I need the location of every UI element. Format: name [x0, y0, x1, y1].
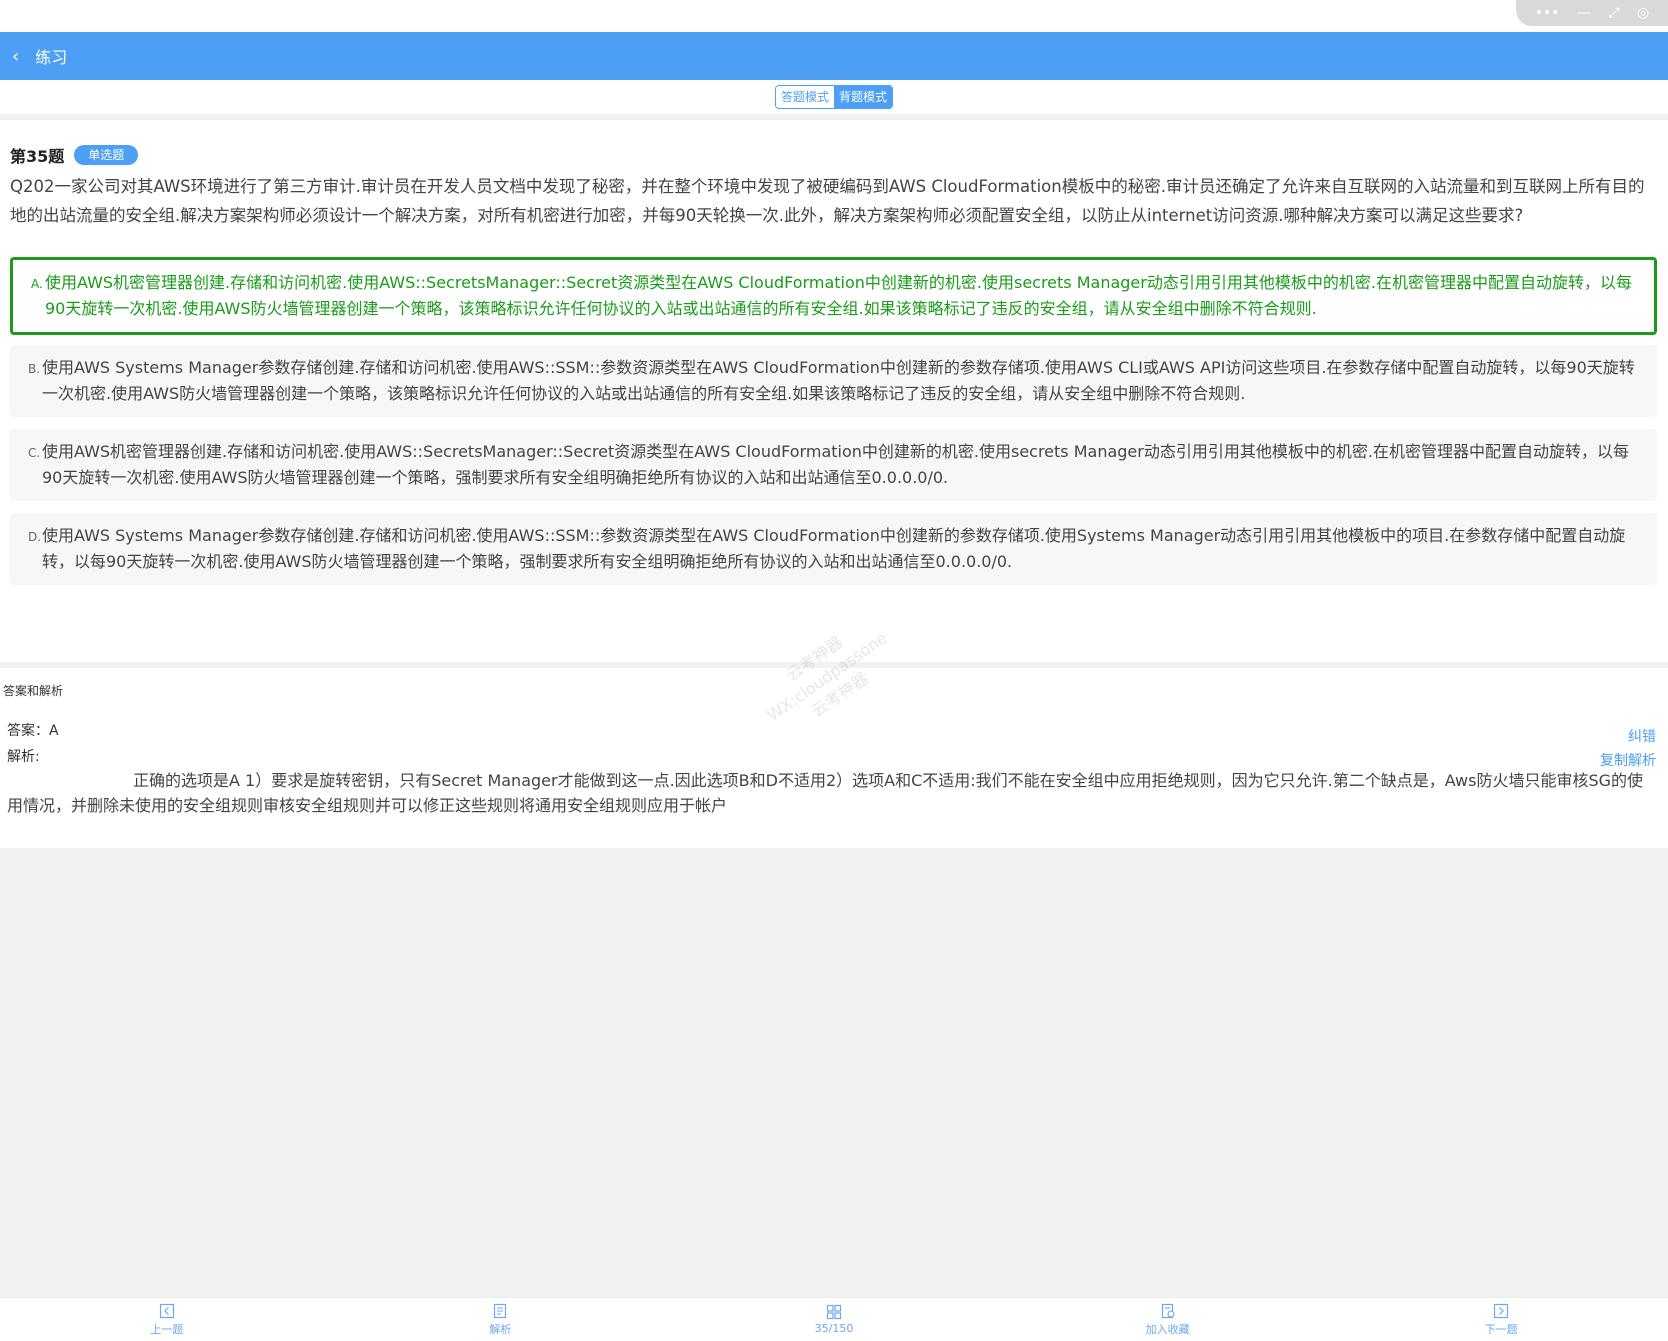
option-text: 使用AWS Systems Manager参数存储创建.存储和访问机密.使用AW…	[42, 526, 1626, 571]
tab-label: 上一题	[150, 1322, 184, 1336]
window-controls: ••• — ⤢ ◎	[1516, 0, 1668, 26]
question-header: 第35题 单选题	[10, 142, 1658, 168]
minimize-icon[interactable]: —	[1577, 6, 1591, 20]
analysis-button[interactable]: 解析	[334, 1298, 668, 1341]
page: ••• — ⤢ ◎ ‹ 练习 答题模式 背题模式 第35题 单选题 Q202一家…	[0, 0, 1668, 1341]
recite-mode-button[interactable]: 背题模式	[834, 86, 893, 108]
grid-icon	[826, 1304, 842, 1320]
question-type-badge: 单选题	[74, 145, 139, 165]
prev-question-button[interactable]: 上一题	[0, 1298, 334, 1341]
option-text: 使用AWS机密管理器创建.存储和访问机密.使用AWS::SecretsManag…	[45, 273, 1632, 318]
next-icon	[1494, 1303, 1509, 1318]
option-text: 使用AWS机密管理器创建.存储和访问机密.使用AWS::SecretsManag…	[42, 442, 1629, 487]
back-icon[interactable]: ‹	[12, 46, 19, 67]
prev-icon	[159, 1303, 174, 1318]
favorite-icon	[1161, 1303, 1175, 1318]
more-icon[interactable]: •••	[1535, 6, 1560, 20]
option-letter: C.	[28, 446, 41, 460]
next-question-button[interactable]: 下一题	[1334, 1298, 1668, 1341]
question-progress-button[interactable]: 35/150	[667, 1298, 1001, 1341]
answer-label: 答案：A	[7, 723, 59, 739]
option-a[interactable]: A. 使用AWS机密管理器创建.存储和访问机密.使用AWS::SecretsMa…	[10, 257, 1657, 335]
question-text: Q202一家公司对其AWS环境进行了第三方审计.审计员在开发人员文档中发现了秘密…	[10, 177, 1645, 225]
mode-bar: 答题模式 背题模式	[0, 80, 1668, 114]
tab-label: 下一题	[1484, 1322, 1518, 1336]
tab-label: 35/150	[814, 1322, 854, 1335]
page-title: 练习	[35, 48, 68, 67]
answer-mode-button[interactable]: 答题模式	[775, 86, 834, 108]
add-favorite-button[interactable]: 加入收藏	[1001, 1298, 1335, 1341]
tab-label: 加入收藏	[1145, 1322, 1190, 1336]
bottom-tab-bar: 上一题 解析 35/150 加入收藏 下一题	[0, 1297, 1668, 1341]
analysis-label: 解析:	[7, 749, 40, 765]
analysis-text: 正确的选项是A 1）要求是旋转密钥，只有Secret Manager才能做到这一…	[7, 771, 1644, 815]
option-letter: D.	[28, 530, 42, 544]
question-number: 第35题	[10, 147, 65, 166]
window-top-bar	[0, 0, 1668, 32]
option-b[interactable]: B. 使用AWS Systems Manager参数存储创建.存储和访问机密.使…	[10, 345, 1657, 417]
answer-section-title: 答案和解析	[3, 684, 64, 698]
copy-analysis-link[interactable]: 复制解析	[1600, 750, 1656, 770]
close-icon[interactable]: ◎	[1637, 6, 1649, 20]
option-letter: B.	[28, 362, 41, 376]
maximize-icon[interactable]: ⤢	[1608, 6, 1619, 20]
tab-label: 解析	[489, 1322, 512, 1336]
nav-bar: ‹ 练习	[0, 32, 1668, 80]
option-c[interactable]: C. 使用AWS机密管理器创建.存储和访问机密.使用AWS::SecretsMa…	[10, 429, 1657, 501]
option-text: 使用AWS Systems Manager参数存储创建.存储和访问机密.使用AW…	[42, 358, 1635, 403]
option-d[interactable]: D. 使用AWS Systems Manager参数存储创建.存储和访问机密.使…	[10, 513, 1657, 585]
report-error-link[interactable]: 纠错	[1628, 726, 1656, 746]
option-letter: A.	[31, 277, 43, 291]
analysis-icon	[494, 1303, 507, 1318]
mode-switch: 答题模式 背题模式	[774, 85, 894, 109]
